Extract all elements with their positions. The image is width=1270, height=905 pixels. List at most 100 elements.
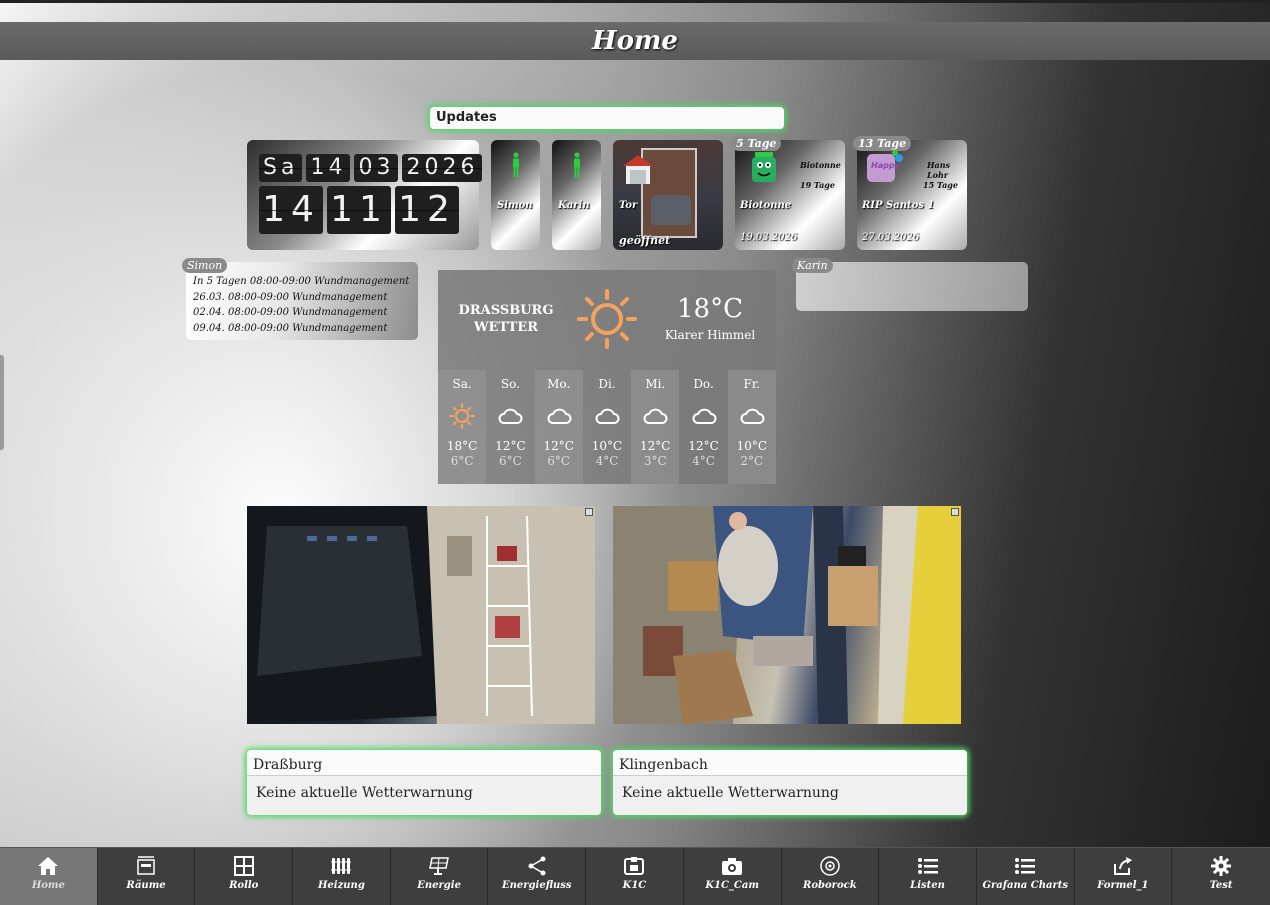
days-badge: 13 Tage: [853, 136, 912, 151]
garage-door-tile[interactable]: Tor geöffnet: [613, 140, 723, 250]
nav-item-energiefluss[interactable]: Energiefluss: [488, 848, 587, 905]
forecast-day-name: Di.: [598, 377, 616, 391]
nav-label: K1C_Cam: [705, 880, 759, 891]
warning-text: Keine aktuelle Wetterwarnung: [622, 785, 839, 801]
nav-label: Rollo: [229, 880, 259, 891]
camera-expand-icon[interactable]: [951, 508, 959, 516]
radiator-icon: [331, 858, 352, 874]
cloud-icon: [740, 408, 765, 424]
presence-tile-simon[interactable]: Simon: [491, 140, 540, 250]
list-icon: [917, 858, 938, 874]
forecast-day-name: Mo.: [547, 377, 571, 391]
svg-text:Happy: Happy: [871, 161, 901, 170]
sun-icon: [449, 403, 476, 429]
side-panel-handle[interactable]: [0, 355, 4, 450]
forecast-low: 4°C: [692, 454, 715, 468]
trash-tile-biotonne[interactable]: 5 Tage Biotonne 19 Tage Biotonne 19.03.2…: [731, 136, 845, 250]
forecast-day: Mo. 12°C 6°C: [534, 370, 583, 484]
camera-image-garage: [247, 506, 595, 724]
bin-character-icon: [752, 152, 776, 182]
camera-feed-garage[interactable]: [247, 506, 595, 724]
forecast-low: 6°C: [547, 454, 571, 468]
bin-type: Biotonne: [740, 200, 792, 211]
calendar-badge: Karin: [792, 258, 833, 273]
presence-tile-karin[interactable]: Karin: [552, 140, 601, 250]
nav-item-rollo[interactable]: Rollo: [195, 848, 294, 905]
camera-feed-living-room[interactable]: [613, 506, 961, 724]
dashboard-background: Home Updates Sa 14 03 2026 14 11 12 Simo…: [0, 0, 1270, 905]
clock-month: 03: [354, 154, 399, 182]
nav-item-roborock[interactable]: Roborock: [782, 848, 880, 905]
next-event-days: 15 Tage: [923, 180, 958, 190]
clock-day: 14: [306, 154, 351, 182]
forecast-day-name: Sa.: [452, 377, 472, 391]
nav-label: Räume: [126, 880, 166, 891]
forecast-high: 12°C: [495, 439, 526, 453]
cloud-icon: [498, 408, 523, 424]
forecast-high: 10°C: [591, 439, 623, 453]
forecast-day: Mi. 12°C 3°C: [631, 370, 680, 484]
forecast-low: 6°C: [499, 454, 522, 468]
nav-item-test[interactable]: Test: [1172, 848, 1270, 905]
nav-label: Home: [31, 880, 65, 891]
nav-label: Formel_1: [1097, 880, 1149, 891]
clock-weekday: Sa: [259, 154, 303, 182]
gear-icon: [1211, 856, 1232, 876]
page-title: Home: [592, 26, 678, 56]
list-icon: [1015, 858, 1036, 874]
nav-item-home[interactable]: Home: [0, 848, 98, 905]
nav-item-k1c-cam[interactable]: K1C_Cam: [684, 848, 782, 905]
person-icon: [573, 152, 580, 177]
nav-label: Test: [1209, 880, 1233, 891]
forecast-high: 10°C: [736, 439, 768, 453]
warning-text: Keine aktuelle Wetterwarnung: [256, 785, 473, 801]
updates-label: Updates: [436, 110, 497, 125]
nav-item-k1c[interactable]: K1C: [586, 848, 684, 905]
updates-widget[interactable]: Updates: [430, 107, 784, 129]
cloud-icon: [643, 408, 668, 424]
weather-forecast: Sa. 18°C 6°C So. 12°C 6°C Mo. 12°C 6°C D…: [438, 370, 776, 484]
clock-minute: 11: [327, 186, 391, 234]
event-date: 27.03.2026: [862, 232, 920, 243]
forecast-low: 4°C: [595, 454, 619, 468]
cloud-icon: [547, 408, 572, 424]
window-icon: [233, 856, 254, 876]
calendar-entry: 26.03. 08:00-09:00 Wundmanagement: [193, 291, 388, 303]
presence-name: Karin: [558, 200, 590, 211]
share-icon: [528, 856, 546, 876]
forecast-high: 12°C: [543, 439, 574, 453]
current-condition: Klarer Himmel: [664, 328, 756, 342]
next-bin-days: 19 Tage: [800, 180, 835, 190]
nav-item-listen[interactable]: Listen: [879, 848, 977, 905]
forecast-day: Sa. 18°C 6°C: [438, 370, 487, 484]
forecast-low: 2°C: [740, 454, 764, 468]
nav-label: Grafana Charts: [982, 880, 1068, 891]
camera-icon: [722, 858, 743, 875]
trash-tile-rip[interactable]: 13 Tage Happy Hans Lohr 15 Tage RIP Sant…: [853, 136, 967, 250]
nav-item-heizung[interactable]: Heizung: [293, 848, 391, 905]
nav-label: K1C: [622, 880, 647, 891]
nav-label: Heizung: [317, 880, 365, 891]
cloud-icon: [595, 408, 620, 424]
calendar-simon: Simon In 5 Tagen 08:00-09:00 Wundmanagem…: [182, 258, 418, 340]
nav-label: Energiefluss: [502, 880, 572, 891]
rooms-icon: [137, 856, 155, 875]
forecast-day: Fr. 10°C 2°C: [727, 370, 776, 484]
nav-item-grafana-charts[interactable]: Grafana Charts: [977, 848, 1075, 905]
warning-location: Klingenbach: [613, 750, 967, 776]
event-name: RIP Santos 1: [862, 200, 935, 211]
bottom-navigation: Home Räume Rollo Heizung Energie Energie…: [0, 847, 1270, 905]
nav-label: Roborock: [803, 880, 857, 891]
solar-panel-icon: [429, 857, 450, 875]
page-header: Home: [0, 22, 1270, 60]
garage-status: geöffnet: [619, 234, 671, 247]
nav-item-formel-1[interactable]: Formel_1: [1075, 848, 1173, 905]
weather-location: DRASSBURG WETTER: [452, 302, 560, 336]
warning-location: Draßburg: [247, 750, 601, 776]
nav-item-energie[interactable]: Energie: [391, 848, 489, 905]
forecast-low: 6°C: [450, 454, 474, 468]
nav-item-raeume[interactable]: Räume: [98, 848, 196, 905]
forecast-high: 18°C: [446, 439, 478, 453]
forecast-day-name: Mi.: [645, 377, 666, 391]
camera-expand-icon[interactable]: [585, 508, 593, 516]
